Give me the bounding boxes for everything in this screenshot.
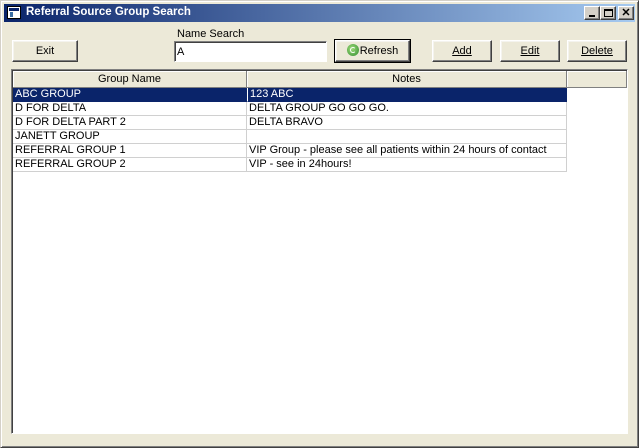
title-bar[interactable]: Referral Source Group Search ✕ bbox=[4, 4, 635, 22]
cell-notes[interactable]: DELTA BRAVO bbox=[247, 116, 567, 130]
cell-notes[interactable]: DELTA GROUP GO GO GO. bbox=[247, 102, 567, 116]
table-row[interactable]: ABC GROUP 123 ABC bbox=[13, 88, 567, 102]
grid-rows: ABC GROUP 123 ABC D FOR DELTA DELTA GROU… bbox=[13, 88, 567, 172]
column-header-notes[interactable]: Notes bbox=[247, 71, 567, 88]
table-row[interactable]: JANETT GROUP bbox=[13, 130, 567, 144]
table-row[interactable]: D FOR DELTA PART 2 DELTA BRAVO bbox=[13, 116, 567, 130]
cell-group-name[interactable]: REFERRAL GROUP 2 bbox=[13, 158, 247, 172]
add-button-label: Add bbox=[452, 45, 472, 57]
edit-button-label: Edit bbox=[520, 45, 540, 57]
delete-button-label: Delete bbox=[581, 45, 613, 57]
table-row[interactable]: REFERRAL GROUP 2 VIP - see in 24hours! bbox=[13, 158, 567, 172]
name-search-label: Name Search bbox=[177, 28, 245, 40]
referral-source-group-search-window: Referral Source Group Search ✕ Exit Name… bbox=[0, 0, 639, 448]
edit-button[interactable]: Edit bbox=[500, 40, 560, 62]
refresh-button[interactable]: Refresh bbox=[334, 39, 411, 63]
cell-notes[interactable]: VIP Group - please see all patients with… bbox=[247, 144, 567, 158]
add-button[interactable]: Add bbox=[432, 40, 492, 62]
window-title: Referral Source Group Search bbox=[26, 6, 191, 18]
cell-group-name[interactable]: JANETT GROUP bbox=[13, 130, 247, 144]
name-search-input[interactable] bbox=[174, 41, 327, 62]
column-header-filler bbox=[567, 71, 627, 88]
refresh-button-label: Refresh bbox=[359, 45, 399, 57]
cell-notes[interactable]: VIP - see in 24hours! bbox=[247, 158, 567, 172]
cell-group-name[interactable]: REFERRAL GROUP 1 bbox=[13, 144, 247, 158]
cell-group-name[interactable]: D FOR DELTA PART 2 bbox=[13, 116, 247, 130]
close-button[interactable]: ✕ bbox=[618, 6, 634, 20]
exit-button[interactable]: Exit bbox=[12, 40, 78, 62]
maximize-icon bbox=[604, 9, 613, 17]
maximize-button[interactable] bbox=[600, 6, 616, 20]
close-icon: ✕ bbox=[621, 7, 631, 19]
minimize-icon bbox=[589, 15, 595, 17]
cell-group-name[interactable]: ABC GROUP bbox=[13, 88, 247, 102]
refresh-icon bbox=[346, 44, 359, 57]
app-icon bbox=[7, 6, 21, 19]
column-header-group-name[interactable]: Group Name bbox=[13, 71, 247, 88]
group-results-grid[interactable]: Group Name Notes ABC GROUP 123 ABC D FOR… bbox=[11, 69, 628, 434]
minimize-button[interactable] bbox=[584, 6, 600, 20]
cell-notes[interactable]: 123 ABC bbox=[247, 88, 567, 102]
cell-notes[interactable] bbox=[247, 130, 567, 144]
cell-group-name[interactable]: D FOR DELTA bbox=[13, 102, 247, 116]
table-row[interactable]: D FOR DELTA DELTA GROUP GO GO GO. bbox=[13, 102, 567, 116]
table-row[interactable]: REFERRAL GROUP 1 VIP Group - please see … bbox=[13, 144, 567, 158]
delete-button[interactable]: Delete bbox=[567, 40, 627, 62]
